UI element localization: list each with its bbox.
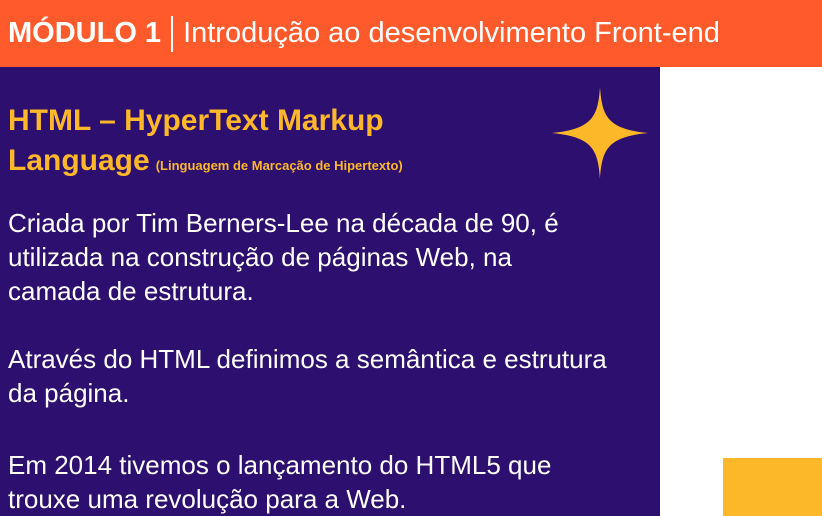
accent-block [723, 458, 822, 516]
paragraph-semantics: Através do HTML definimos a semântica e … [8, 344, 607, 408]
slide-subtitle: (Linguagem de Marcação de Hipertexto) [155, 158, 403, 173]
header-divider [171, 15, 174, 52]
module-header: MÓDULO 1 Introdução ao desenvolvimento F… [0, 0, 822, 67]
paragraph-html5: Em 2014 tivemos o lançamento do HTML5 qu… [8, 450, 552, 514]
slide-title: HTML – HyperText Markup Language (Linguag… [8, 101, 528, 186]
paragraph-origin: Criada por Tim Berners-Lee na década de … [8, 208, 559, 306]
module-label: MÓDULO 1 [8, 17, 162, 49]
four-point-star-icon [552, 87, 648, 179]
module-topic: Introdução ao desenvolvimento Front-end [183, 17, 720, 49]
content-panel: HTML – HyperText Markup Language (Linguag… [0, 67, 660, 516]
